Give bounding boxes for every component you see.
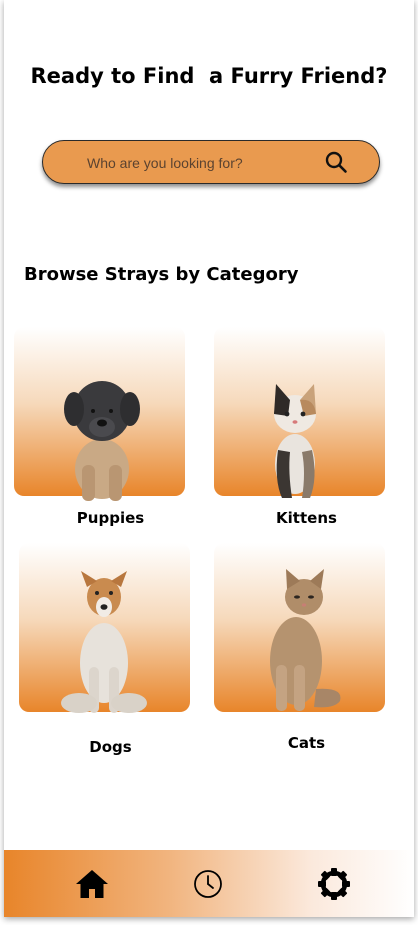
page-title: Ready to Find a Furry Friend? [30,64,388,88]
category-label-cats[interactable]: Cats [221,734,392,752]
category-card-kittens[interactable] [214,327,385,498]
category-label-dogs[interactable]: Dogs [25,738,196,756]
settings-gear-icon[interactable] [317,867,351,901]
cat-photo [270,569,341,711]
kitten-photo [274,384,316,498]
section-title: Browse Strays by Category [24,264,299,285]
category-label-kittens[interactable]: Kittens [221,509,392,527]
search-input[interactable] [85,151,309,175]
bottom-nav [4,850,414,917]
category-card-dogs[interactable] [19,543,190,713]
category-label-puppies[interactable]: Puppies [25,509,196,527]
puppy-photo [64,381,140,501]
category-card-cats[interactable] [214,543,385,712]
search-bar[interactable] [42,140,380,184]
dog-photo [61,571,147,713]
search-icon[interactable] [324,150,348,174]
history-clock-icon[interactable] [191,867,225,901]
home-icon[interactable] [75,867,109,901]
category-card-puppies[interactable] [14,327,185,501]
